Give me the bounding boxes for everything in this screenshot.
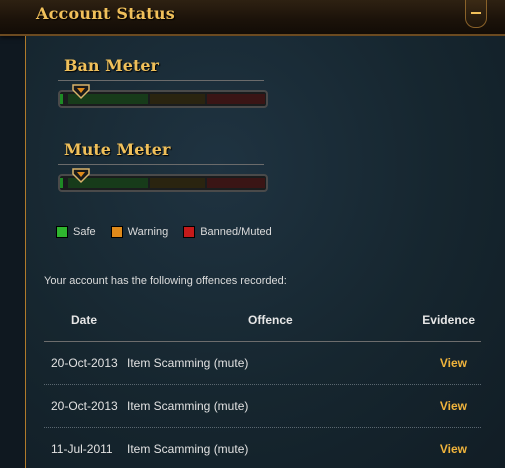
mute-meter-divider bbox=[58, 164, 264, 165]
ban-meter: Ban Meter bbox=[58, 56, 294, 108]
ban-meter-banned-zone bbox=[207, 94, 265, 104]
header-evidence: Evidence bbox=[422, 313, 475, 327]
table-row: 20-Oct-2013 Item Scamming (mute) View bbox=[44, 385, 481, 428]
mute-meter-banned-zone bbox=[207, 178, 265, 188]
panel-header: Account Status bbox=[0, 0, 505, 36]
banned-swatch-icon bbox=[183, 226, 196, 238]
ban-meter-pointer-icon bbox=[72, 84, 90, 100]
table-row: 20-Oct-2013 Item Scamming (mute) View bbox=[44, 342, 481, 385]
row-offence: Item Scamming (mute) bbox=[127, 356, 249, 370]
offences-intro: Your account has the following offences … bbox=[44, 275, 287, 287]
ban-meter-divider bbox=[58, 80, 264, 81]
header-offence: Offence bbox=[248, 313, 293, 327]
mute-meter-warning-zone bbox=[150, 178, 205, 188]
row-offence: Item Scamming (mute) bbox=[127, 442, 249, 456]
warning-swatch-icon bbox=[110, 226, 123, 238]
row-date: 20-Oct-2013 bbox=[51, 399, 118, 413]
mute-meter: Mute Meter bbox=[58, 140, 294, 192]
view-evidence-link[interactable]: View bbox=[440, 356, 467, 370]
safe-swatch-icon bbox=[56, 226, 68, 238]
legend-item-safe: Safe bbox=[56, 226, 96, 238]
account-status-panel: Ban Meter Mute Meter Safe Warning Banned… bbox=[25, 36, 505, 468]
row-offence: Item Scamming (mute) bbox=[127, 399, 249, 413]
collapse-button[interactable] bbox=[465, 0, 487, 28]
view-evidence-link[interactable]: View bbox=[440, 442, 467, 456]
ban-meter-title: Ban Meter bbox=[64, 56, 159, 75]
ban-meter-fill bbox=[60, 94, 63, 104]
view-evidence-link[interactable]: View bbox=[440, 399, 467, 413]
header-date: Date bbox=[71, 313, 98, 327]
mute-meter-fill bbox=[60, 178, 63, 188]
mute-meter-title: Mute Meter bbox=[64, 140, 171, 159]
legend-item-banned: Banned/Muted bbox=[183, 226, 272, 238]
meter-legend: Safe Warning Banned/Muted bbox=[56, 226, 287, 238]
legend-item-warning: Warning bbox=[110, 226, 169, 238]
legend-label-banned: Banned/Muted bbox=[200, 226, 272, 238]
row-date: 20-Oct-2013 bbox=[51, 356, 118, 370]
legend-label-warning: Warning bbox=[127, 226, 169, 238]
ban-meter-warning-zone bbox=[150, 94, 205, 104]
minus-icon bbox=[471, 12, 481, 14]
table-row: 11-Jul-2011 Item Scamming (mute) View bbox=[44, 428, 481, 468]
legend-label-safe: Safe bbox=[73, 226, 96, 238]
row-date: 11-Jul-2011 bbox=[51, 442, 113, 456]
table-header: Date Offence Evidence bbox=[44, 304, 481, 342]
panel-title: Account Status bbox=[36, 4, 175, 23]
offences-table: Date Offence Evidence 20-Oct-2013 Item S… bbox=[44, 304, 481, 468]
mute-meter-pointer-icon bbox=[72, 168, 90, 184]
